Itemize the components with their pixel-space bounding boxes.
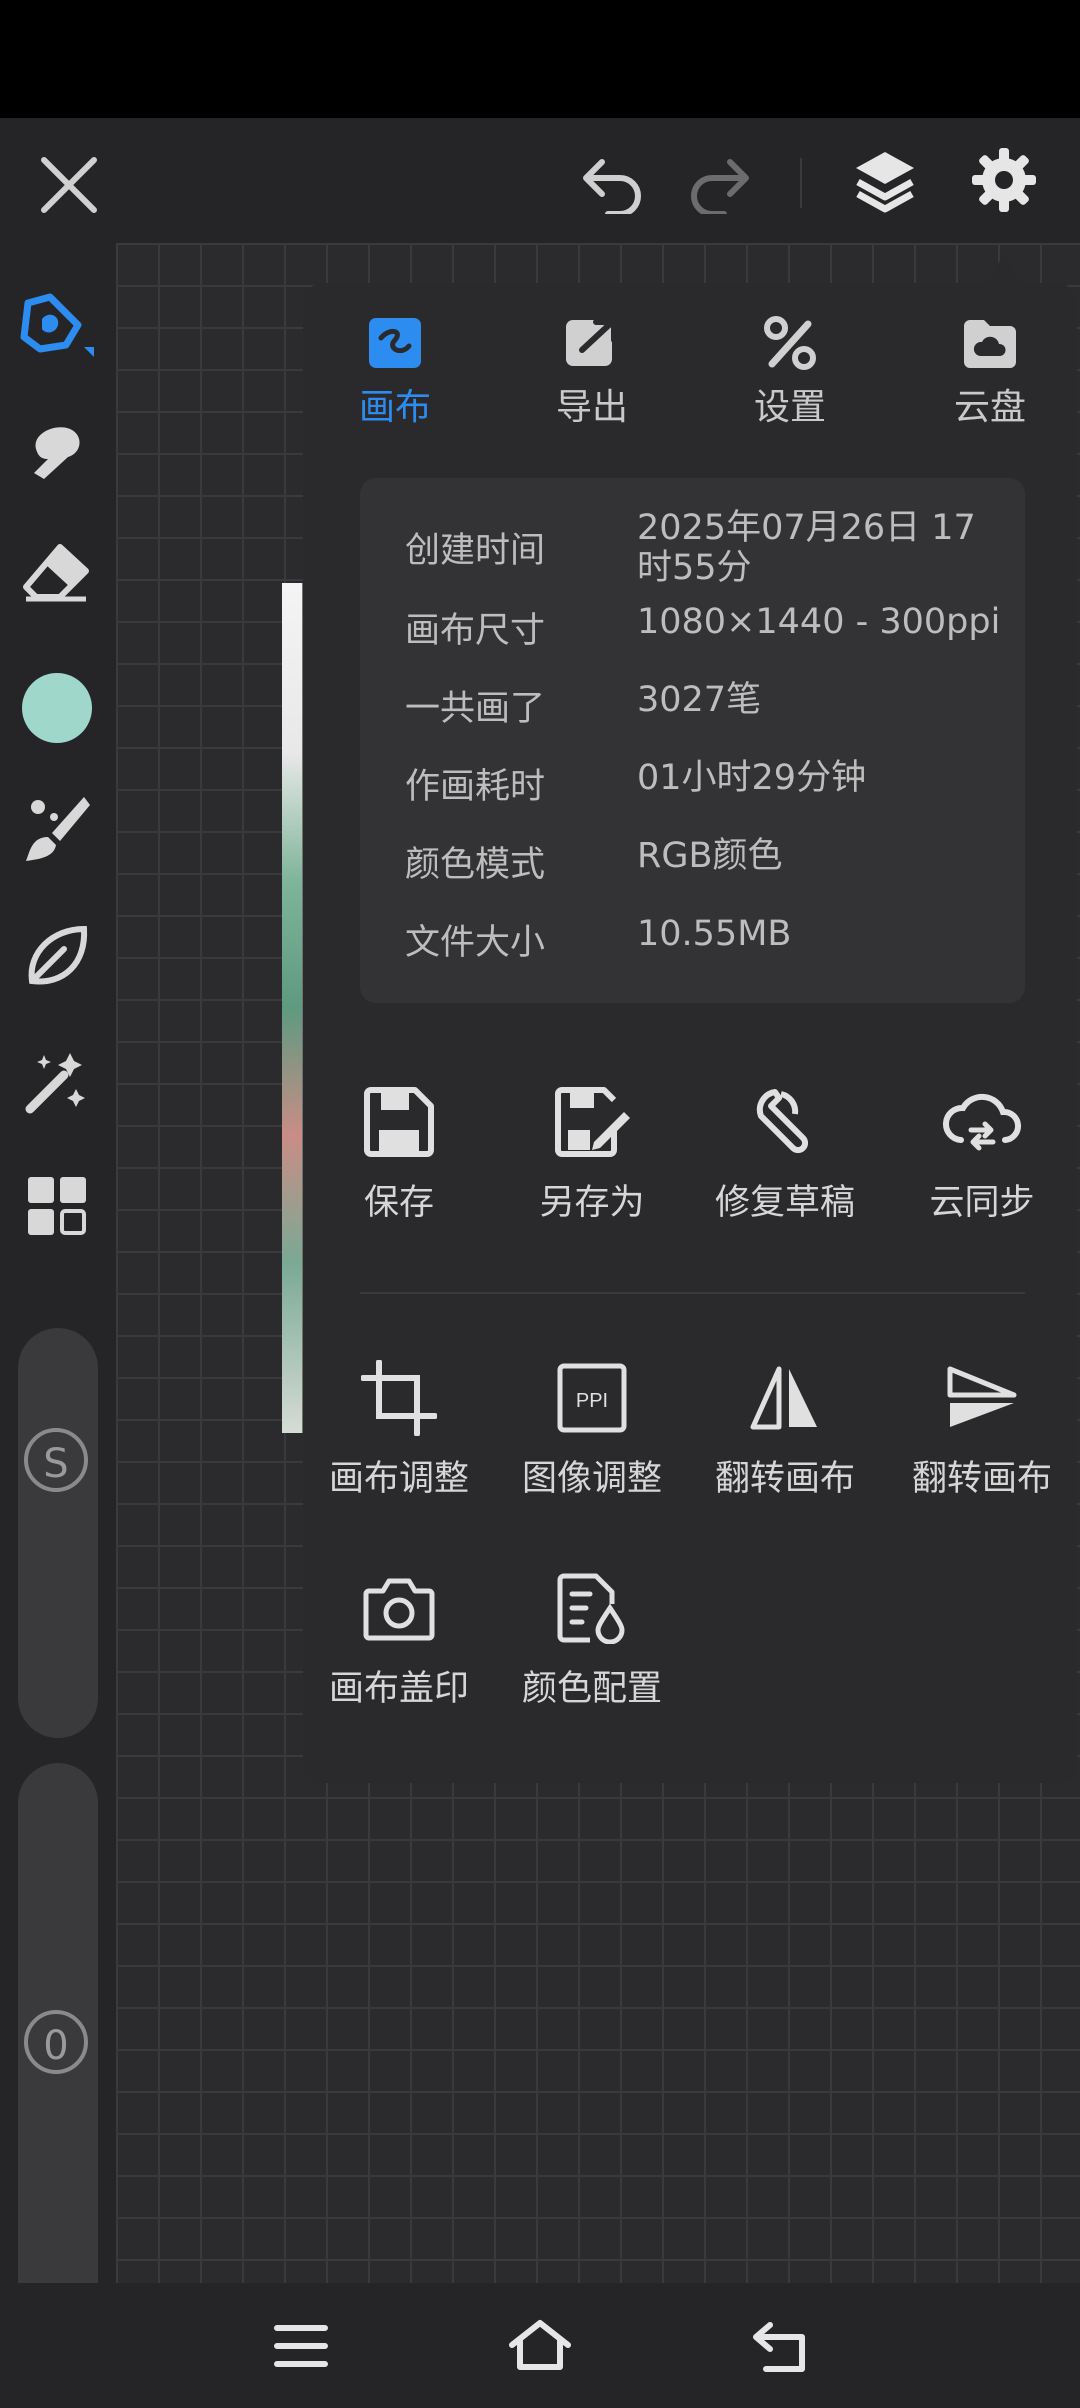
flip-vertical-button[interactable]: 翻转画布 xyxy=(887,1358,1077,1501)
home-icon[interactable] xyxy=(508,2319,572,2371)
action-label: 翻转画布 xyxy=(714,1459,855,1499)
leaf-icon[interactable] xyxy=(24,923,90,989)
canvas-tab-icon xyxy=(330,316,460,370)
action-label: 画布盖印 xyxy=(328,1669,469,1709)
tab-canvas[interactable]: 画布 xyxy=(330,316,460,430)
toolbar-divider xyxy=(800,158,802,208)
info-value: RGB颜色 xyxy=(637,836,783,876)
cloud-drive-icon xyxy=(925,316,1055,370)
panel-pointer xyxy=(984,255,1024,285)
action-label: 图像调整 xyxy=(521,1459,662,1499)
action-label: 画布调整 xyxy=(328,1459,469,1499)
tab-label: 设置 xyxy=(753,387,826,428)
cloud-sync-button[interactable]: 云同步 xyxy=(887,1082,1077,1225)
opacity-badge: 0 xyxy=(24,2010,88,2074)
camera-icon xyxy=(304,1568,494,1648)
info-row-file-size: 文件大小 10.55MB xyxy=(405,914,1005,963)
top-toolbar xyxy=(0,118,1080,243)
save-button[interactable]: 保存 xyxy=(304,1082,494,1225)
action-label: 修复草稿 xyxy=(714,1183,855,1223)
eraser-icon[interactable] xyxy=(22,543,90,603)
info-key: 一共画了 xyxy=(405,689,546,729)
action-label: 云同步 xyxy=(929,1183,1035,1223)
layers-icon[interactable] xyxy=(852,148,918,214)
smudge-tool-icon[interactable] xyxy=(22,419,88,485)
info-key: 文件大小 xyxy=(405,923,546,963)
info-key: 创建时间 xyxy=(405,531,546,571)
save-as-button[interactable]: 另存为 xyxy=(497,1082,687,1225)
action-label: 另存为 xyxy=(539,1183,645,1223)
color-config-icon xyxy=(497,1568,687,1648)
repair-draft-button[interactable]: 修复草稿 xyxy=(690,1082,880,1225)
tab-settings[interactable]: 设置 xyxy=(725,316,855,430)
size-badge: S xyxy=(24,1428,88,1492)
undo-icon[interactable] xyxy=(580,154,646,214)
info-row-size: 画布尺寸 1080×1440 - 300ppi xyxy=(405,602,1005,651)
tool-sidebar: S 0 xyxy=(0,243,116,2368)
pen-tool-icon[interactable] xyxy=(20,293,96,363)
tab-cloud-drive[interactable]: 云盘 xyxy=(925,316,1055,430)
wrench-icon xyxy=(690,1082,880,1162)
tab-label: 导出 xyxy=(555,387,628,428)
export-icon xyxy=(527,316,657,370)
flip-vertical-icon xyxy=(887,1358,1077,1438)
info-row-created: 创建时间 2025年07月26日 17时55分 xyxy=(405,508,1005,602)
system-nav-bar xyxy=(0,2283,1080,2408)
tab-export[interactable]: 导出 xyxy=(527,316,657,430)
info-value: 2025年07月26日 17时55分 xyxy=(637,508,976,588)
tab-label: 画布 xyxy=(358,387,431,428)
gear-icon[interactable] xyxy=(970,146,1038,214)
info-row-strokes: 一共画了 3027笔 xyxy=(405,680,1005,729)
action-label: 保存 xyxy=(363,1183,434,1223)
save-as-icon xyxy=(497,1082,687,1162)
brush-icon[interactable] xyxy=(24,793,90,863)
panel-divider xyxy=(360,1292,1025,1294)
info-value: 01小时29分钟 xyxy=(637,758,867,798)
color-config-button[interactable]: 颜色配置 xyxy=(497,1568,687,1711)
canvas-stamp-button[interactable]: 画布盖印 xyxy=(304,1568,494,1711)
svg-text:PPI: PPI xyxy=(576,1390,608,1412)
info-value: 1080×1440 - 300ppi xyxy=(637,602,1001,642)
info-key: 颜色模式 xyxy=(405,845,546,885)
ppi-icon: PPI xyxy=(497,1358,687,1438)
magic-wand-icon[interactable] xyxy=(24,1049,90,1115)
crop-icon xyxy=(304,1358,494,1438)
info-value: 10.55MB xyxy=(637,914,792,954)
info-row-time: 作画耗时 01小时29分钟 xyxy=(405,758,1005,807)
info-value: 3027笔 xyxy=(637,680,762,720)
action-label: 翻转画布 xyxy=(911,1459,1052,1499)
image-adjust-button[interactable]: PPI 图像调整 xyxy=(497,1358,687,1501)
close-icon[interactable] xyxy=(38,154,100,216)
cloud-sync-icon xyxy=(887,1082,1077,1162)
brush-size-slider[interactable] xyxy=(18,1328,98,1738)
info-row-color-mode: 颜色模式 RGB颜色 xyxy=(405,836,1005,885)
flip-horizontal-icon xyxy=(690,1358,880,1438)
canvas-adjust-button[interactable]: 画布调整 xyxy=(304,1358,494,1501)
flip-horizontal-button[interactable]: 翻转画布 xyxy=(690,1358,880,1501)
info-key: 画布尺寸 xyxy=(405,611,546,651)
tools-icon xyxy=(725,316,855,370)
redo-icon[interactable] xyxy=(686,154,752,214)
tab-label: 云盘 xyxy=(953,387,1026,428)
grid-apps-icon[interactable] xyxy=(26,1175,88,1237)
artwork-preview xyxy=(282,583,302,1433)
action-label: 颜色配置 xyxy=(521,1669,662,1709)
back-icon[interactable] xyxy=(752,2321,808,2373)
save-icon xyxy=(304,1082,494,1162)
menu-icon[interactable] xyxy=(274,2323,328,2369)
info-key: 作画耗时 xyxy=(405,767,546,807)
color-swatch[interactable] xyxy=(22,673,92,743)
